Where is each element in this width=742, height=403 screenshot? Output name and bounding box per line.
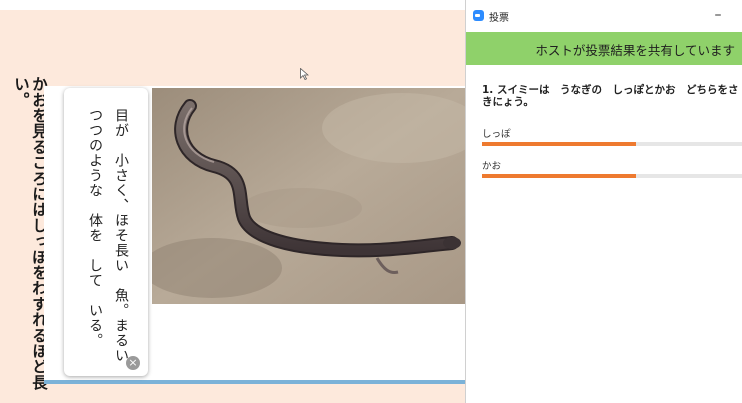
- host-sharing-banner-text: ホストが投票結果を共有しています: [535, 43, 735, 58]
- poll-answer-label: かお: [482, 161, 502, 172]
- poll-titlebar: 投票 –: [466, 0, 742, 32]
- poll-window: 投票 – ホストが投票結果を共有しています 1. スイミーは うなぎの しっぽと…: [465, 0, 742, 403]
- poll-question: 1. スイミーは うなぎの しっぽとかお どちらをさきにょう。: [482, 84, 739, 108]
- poll-window-title: 投票: [489, 13, 509, 24]
- eel-photo: [152, 88, 465, 304]
- slide-top-strip: [0, 0, 465, 10]
- zoom-poll-icon: [473, 10, 484, 21]
- poll-answer-bar-fill: [482, 174, 636, 178]
- slide-vertical-caption: かおを見るころにはしっぽをわすれるほど長い。: [12, 76, 48, 390]
- minimize-button[interactable]: –: [706, 4, 730, 26]
- poll-answer-bar: [482, 142, 742, 146]
- note-card: 目が 小さく、ほそ長い 魚。まるい つつのような 体を して いる。 ×: [64, 88, 148, 376]
- poll-answer-bar-fill: [482, 142, 636, 146]
- mouse-pointer-icon: [300, 68, 309, 80]
- host-sharing-banner: ホストが投票結果を共有しています: [466, 32, 742, 65]
- note-text: 目が 小さく、ほそ長い 魚。まるい つつのような 体を して いる。: [87, 108, 129, 363]
- shared-slide: かおを見るころにはしっぽをわすれるほど長い。 目が 小さく、ほそ長い 魚。まるい…: [0, 0, 465, 403]
- eel-photo-image: [152, 88, 465, 304]
- poll-answer-bar: [482, 174, 742, 178]
- close-icon[interactable]: ×: [126, 356, 140, 370]
- poll-answer-label: しっぽ: [482, 129, 511, 140]
- slide-bottom-line: [44, 380, 465, 384]
